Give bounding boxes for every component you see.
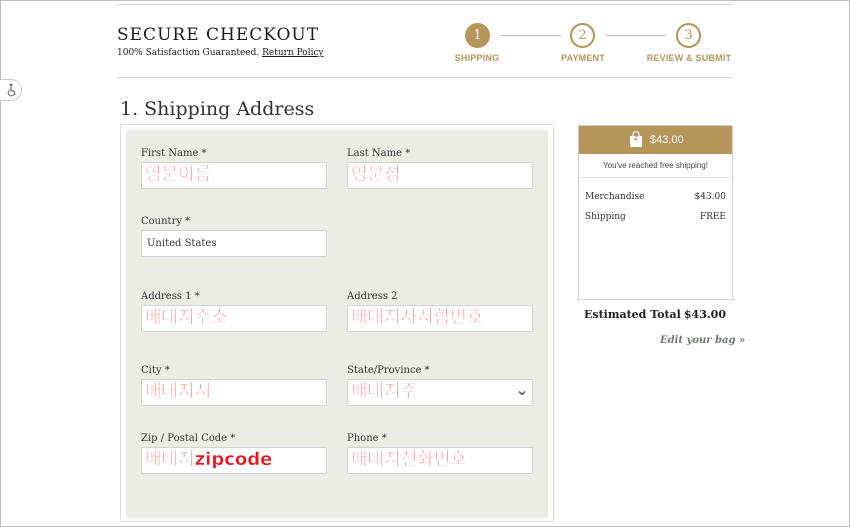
shipping-form-panel: First Name * 영문이름 Last Name * 영문성 Countr… xyxy=(126,130,548,518)
top-divider xyxy=(117,4,733,5)
first-name-field[interactable]: 영문이름 xyxy=(141,162,327,189)
zip-field[interactable]: 배대지zipcode xyxy=(141,447,327,474)
satisfaction-text: 100% Satisfaction Guaranteed. xyxy=(117,48,260,58)
zip-label: Zip / Postal Code * xyxy=(141,433,236,444)
chevron-down-icon xyxy=(518,391,526,396)
state-value: 배대지주 xyxy=(351,381,418,402)
step-shipping-label[interactable]: SHIPPING xyxy=(417,53,537,63)
shipping-value: FREE xyxy=(699,212,726,222)
step-payment-circle[interactable]: 2 xyxy=(570,23,595,48)
shipping-label: Shipping xyxy=(585,212,626,222)
estimated-total-value: $43.00 xyxy=(683,308,726,321)
edit-bag-link[interactable]: Edit your bag » xyxy=(660,335,745,346)
page-title: SECURE CHECKOUT xyxy=(117,25,320,45)
last-name-label: Last Name * xyxy=(347,148,411,159)
step-review-label[interactable]: REVIEW & SUBMIT xyxy=(629,53,749,63)
city-label: City * xyxy=(141,365,170,376)
country-field[interactable]: United States xyxy=(141,230,327,257)
address1-label: Address 1 * xyxy=(141,291,200,302)
phone-label: Phone * xyxy=(347,433,387,444)
merchandise-value: $43.00 xyxy=(694,192,727,202)
step-connector xyxy=(606,35,666,36)
step-payment-label[interactable]: PAYMENT xyxy=(523,53,643,63)
address1-field[interactable]: 배대지주소 xyxy=(141,305,327,332)
order-summary: 2 $43.00 You've reached free shipping! M… xyxy=(578,125,734,321)
header-total: $43.00 xyxy=(650,134,684,146)
first-name-label: First Name * xyxy=(141,148,207,159)
accessibility-button[interactable] xyxy=(0,79,22,101)
step-review-circle[interactable]: 3 xyxy=(676,23,701,48)
summary-header[interactable]: 2 $43.00 xyxy=(579,126,732,154)
shipping-form: First Name * 영문이름 Last Name * 영문성 Countr… xyxy=(120,124,554,522)
last-name-field[interactable]: 영문성 xyxy=(347,162,533,189)
step-shipping-circle[interactable]: 1 xyxy=(465,23,490,48)
merchandise-label: Merchandise xyxy=(585,192,645,202)
city-field[interactable]: 배대지시 xyxy=(141,379,327,406)
section-title: 1. Shipping Address xyxy=(120,98,315,120)
state-select[interactable]: 배대지주 xyxy=(347,379,533,406)
step-connector xyxy=(501,35,561,36)
merchandise-row: Merchandise $43.00 xyxy=(585,192,726,202)
country-label: Country * xyxy=(141,216,191,227)
free-shipping-message: You've reached free shipping! xyxy=(579,154,732,178)
phone-field[interactable]: 배대지전화번호 xyxy=(347,447,533,474)
bag-count: 2 xyxy=(634,135,638,142)
guarantee-text: 100% Satisfaction Guaranteed. Return Pol… xyxy=(117,48,324,58)
shipping-row: Shipping FREE xyxy=(585,212,726,222)
estimated-total-label: Estimated Total xyxy=(584,308,681,321)
return-policy-link[interactable]: Return Policy xyxy=(262,48,323,58)
header-divider xyxy=(117,77,733,78)
state-label: State/Province * xyxy=(347,365,430,376)
accessibility-icon xyxy=(7,83,16,97)
address2-label: Address 2 xyxy=(347,291,398,302)
address2-field[interactable]: 배대지사서함번호 xyxy=(347,305,533,332)
